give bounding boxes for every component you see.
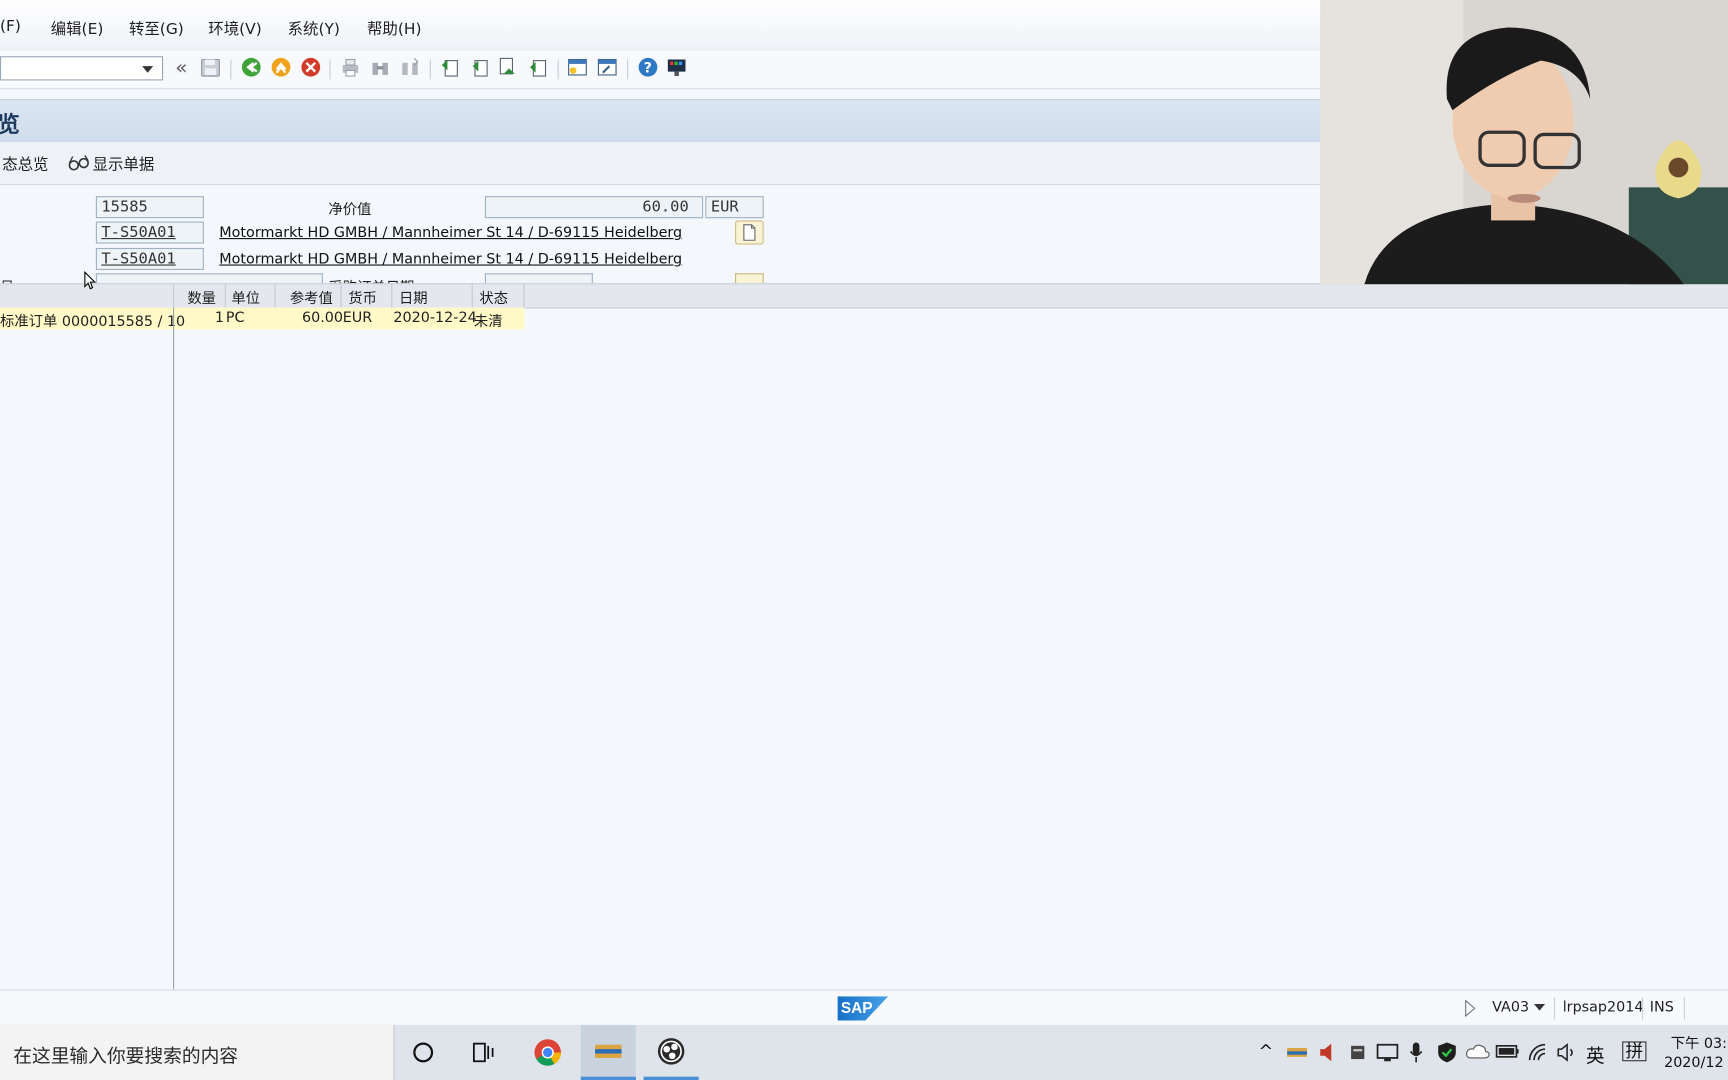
shortcut-icon[interactable] xyxy=(596,56,618,78)
column-unit[interactable]: 单位 xyxy=(231,287,260,308)
next-page-icon[interactable] xyxy=(497,56,519,78)
status-cell: 未清 xyxy=(473,314,503,331)
column-reference-value[interactable]: 参考值 xyxy=(290,287,333,308)
svg-text:?: ? xyxy=(644,61,652,77)
table-header: 数量 单位 参考值 货币 日期 状态 xyxy=(0,283,1728,309)
microphone-icon[interactable] xyxy=(1408,1041,1423,1063)
chevron-up-icon[interactable]: ^ xyxy=(1259,1040,1274,1061)
net-value-label: 净价值 xyxy=(328,201,372,219)
menu-environment[interactable]: 环境(V) xyxy=(208,18,261,40)
cortana-icon[interactable] xyxy=(411,1040,435,1064)
svg-text:«: « xyxy=(175,56,187,78)
find-icon[interactable] xyxy=(369,56,391,78)
date-cell: 2020-12-24 xyxy=(393,309,477,327)
obs-taskbar-button[interactable] xyxy=(643,1025,699,1080)
currency-cell: EUR xyxy=(342,309,373,327)
order-header-form: 15585 净价值 60.00 EUR T-S50A01 Motormarkt … xyxy=(0,185,1321,296)
pane-divider[interactable] xyxy=(173,307,175,990)
application-toolbar: 态总览 显示单据 xyxy=(0,142,1321,186)
reference-value-cell: 60.00 xyxy=(301,309,343,327)
cloud-icon[interactable] xyxy=(1466,1044,1490,1059)
taskbar-search-placeholder: 在这里输入你要搜索的内容 xyxy=(13,1045,239,1068)
task-view-icon[interactable] xyxy=(472,1040,496,1064)
taskbar-search-box[interactable]: 在这里输入你要搜索的内容 xyxy=(0,1024,395,1080)
sap-logo-text: SAP xyxy=(840,998,873,1017)
play-triangle-icon[interactable] xyxy=(1464,999,1477,1018)
menu-bar: (F) 编辑(E) 转至(G) 环境(V) 系统(Y) 帮助(H) xyxy=(0,0,1321,52)
server-name: lrpsap2014 xyxy=(1562,999,1644,1017)
clock-date[interactable]: 2020/12 xyxy=(1664,1055,1724,1072)
table-row[interactable]: 标准订单 0000015585 / 10 1 PC 60.00 EUR 2020… xyxy=(0,307,525,331)
chrome-icon[interactable] xyxy=(533,1038,562,1067)
column-status[interactable]: 状态 xyxy=(479,287,508,308)
sap-tray-icon[interactable] xyxy=(1286,1044,1308,1062)
column-quantity[interactable]: 数量 xyxy=(187,287,216,308)
sap-gui-icon xyxy=(595,1044,622,1058)
menu-goto[interactable]: 转至(G) xyxy=(129,18,184,40)
mouse-cursor-icon xyxy=(84,271,97,290)
display-icon[interactable] xyxy=(1376,1043,1399,1063)
speaker-muted-icon[interactable] xyxy=(1318,1043,1336,1063)
new-session-icon[interactable] xyxy=(566,56,588,78)
unit-cell: PC xyxy=(225,309,245,327)
first-page-icon[interactable] xyxy=(439,56,461,78)
customize-layout-icon[interactable] xyxy=(666,56,688,78)
find-next-icon[interactable] xyxy=(399,56,421,78)
display-document-button[interactable]: 显示单据 xyxy=(93,153,155,175)
app-tray-icon[interactable] xyxy=(1349,1043,1367,1063)
volume-icon[interactable] xyxy=(1556,1043,1578,1063)
currency-field[interactable]: EUR xyxy=(705,196,764,219)
prev-page-icon[interactable] xyxy=(468,56,490,78)
exit-icon[interactable] xyxy=(270,56,292,78)
menu-file[interactable]: (F) xyxy=(0,18,21,36)
standard-toolbar: « ? xyxy=(0,50,1321,90)
sap-logo: SAP xyxy=(837,996,889,1021)
chevron-down-icon[interactable] xyxy=(1534,1003,1546,1011)
battery-icon[interactable] xyxy=(1495,1044,1519,1059)
menu-edit[interactable]: 编辑(E) xyxy=(51,18,104,40)
shield-icon[interactable] xyxy=(1437,1041,1457,1063)
sold-to-field[interactable]: T-S50A01 xyxy=(95,221,204,244)
ship-to-address-link[interactable]: Motormarkt HD GMBH / Mannheimer St 14 / … xyxy=(219,251,682,268)
insert-mode[interactable]: INS xyxy=(1650,1000,1674,1017)
menu-help[interactable]: 帮助(H) xyxy=(367,18,421,40)
webcam-person-image xyxy=(1320,0,1728,285)
quantity-cell: 1 xyxy=(214,309,225,327)
menu-system[interactable]: 系统(Y) xyxy=(288,18,340,40)
webcam-overlay xyxy=(1320,0,1728,285)
document-cell[interactable]: 标准订单 0000015585 / 10 xyxy=(0,310,185,331)
glasses-icon[interactable] xyxy=(68,154,90,172)
page-title: 览 xyxy=(0,111,20,138)
document-icon[interactable] xyxy=(735,220,764,245)
net-value-field[interactable]: 60.00 xyxy=(484,196,704,219)
clock-time[interactable]: 下午 03: xyxy=(1671,1032,1727,1053)
last-page-icon[interactable] xyxy=(527,56,549,78)
status-bar: SAP VA03 lrpsap2014 INS xyxy=(0,989,1728,1027)
title-bar: 览 xyxy=(0,99,1321,143)
save-icon[interactable] xyxy=(199,56,221,78)
obs-icon xyxy=(657,1038,685,1065)
help-icon[interactable]: ? xyxy=(637,56,659,78)
cancel-icon[interactable] xyxy=(300,56,322,78)
wifi-icon[interactable] xyxy=(1527,1043,1549,1063)
column-date[interactable]: 日期 xyxy=(399,287,428,308)
status-overview-button[interactable]: 态总览 xyxy=(2,153,48,175)
command-field[interactable] xyxy=(0,56,164,81)
column-currency[interactable]: 货币 xyxy=(348,287,377,308)
sap-logon-taskbar-button[interactable] xyxy=(580,1024,636,1080)
ime-mode[interactable]: 拼 xyxy=(1622,1041,1647,1062)
transaction-code[interactable]: VA03 xyxy=(1492,1000,1529,1017)
sold-to-address-link[interactable]: Motormarkt HD GMBH / Mannheimer St 14 / … xyxy=(219,225,682,242)
ship-to-field[interactable]: T-S50A01 xyxy=(95,247,204,271)
ime-language[interactable]: 英 xyxy=(1586,1040,1605,1068)
windows-taskbar: 在这里输入你要搜索的内容 ^ 英 拼 下午 03: 2020/12 xyxy=(0,1024,1728,1080)
back-icon[interactable] xyxy=(240,56,262,78)
chevron-down-icon[interactable] xyxy=(142,66,154,73)
document-number-field[interactable]: 15585 xyxy=(95,196,204,219)
print-icon[interactable] xyxy=(339,56,361,78)
back-arrows-icon[interactable]: « xyxy=(173,56,195,78)
